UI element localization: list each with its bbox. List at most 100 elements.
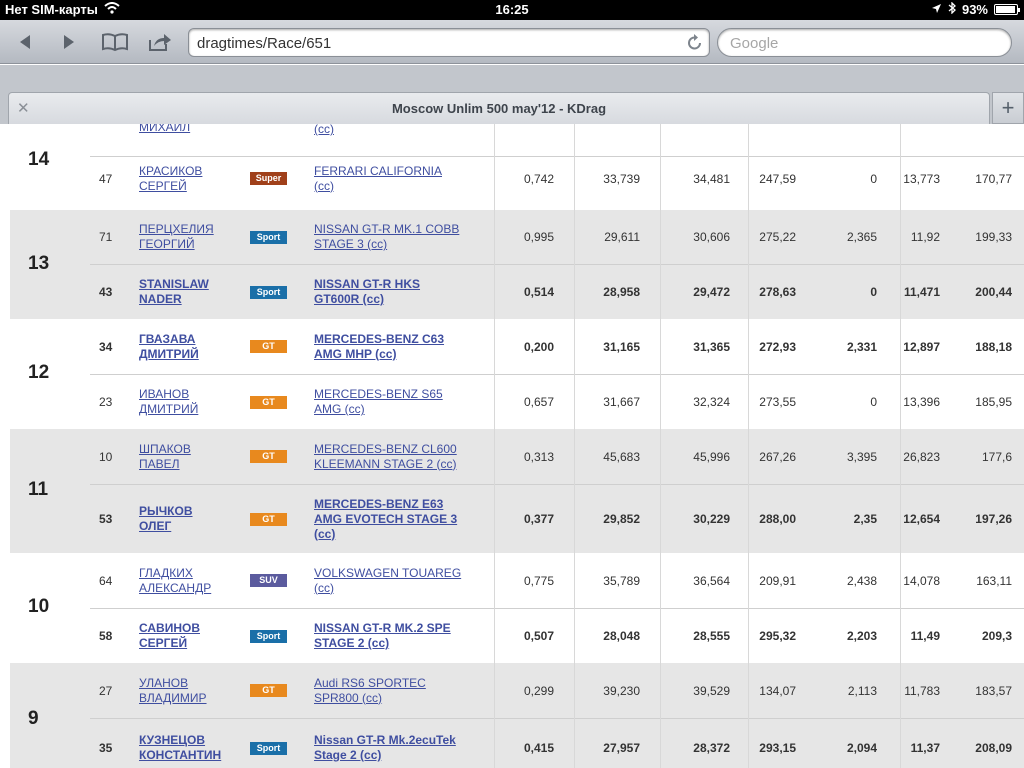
start-number: 43 xyxy=(99,285,113,299)
car-link[interactable]: (cc) xyxy=(314,124,474,156)
driver-name[interactable]: РЫЧКОВ ОЛЕГ xyxy=(139,504,193,534)
gap: 2,35 xyxy=(853,512,877,526)
car-link[interactable]: FERRARI CALIFORNIA (cc) xyxy=(314,157,474,200)
run-time: 28,048 xyxy=(603,629,640,643)
class-badge: Sport xyxy=(250,230,287,244)
arrow-right-icon xyxy=(64,35,74,49)
total-time: 36,564 xyxy=(693,573,730,588)
car-name[interactable]: MERCEDES-BENZ CL600 KLEEMANN STAGE 2 (cc) xyxy=(314,442,457,472)
car-name[interactable]: Nissan GT-R Mk.2ecuTek Stage 2 (cc) xyxy=(314,733,456,763)
driver-name[interactable]: УЛАНОВ ВЛАДИМИР xyxy=(139,676,207,706)
start-number: 58 xyxy=(99,629,113,643)
driver-link[interactable]: КУЗНЕЦОВ КОНСТАНТИН xyxy=(139,719,249,768)
class-cell: Sport xyxy=(250,265,287,319)
driver-name[interactable]: ШПАКОВ ПАВЕЛ xyxy=(139,442,191,472)
total-time: 39,529 xyxy=(693,683,730,698)
driver-name[interactable]: ПЕРЦХЕЛИЯ ГЕОРГИЙ xyxy=(139,222,214,252)
reload-icon[interactable] xyxy=(687,33,703,56)
speed: 134,07 xyxy=(759,683,796,698)
tab-active[interactable]: ✕ Moscow Unlim 500 may'12 - KDrag xyxy=(8,92,990,124)
driver-link[interactable]: ГЛАДКИХ АЛЕКСАНДР xyxy=(139,553,249,608)
elapsed-time: 12,897 xyxy=(903,339,940,354)
bookmarks-button[interactable] xyxy=(98,28,132,56)
driver-name[interactable]: КУЗНЕЦОВ КОНСТАНТИН xyxy=(139,733,221,763)
car-name[interactable]: MERCEDES-BENZ S65 AMG (cc) xyxy=(314,387,443,417)
driver-link[interactable]: РЫЧКОВ ОЛЕГ xyxy=(139,485,249,553)
car-link[interactable]: MERCEDES-BENZ E63 AMG EVOTECH STAGE 3 (cc) xyxy=(314,485,474,553)
driver-link[interactable]: САВИНОВ СЕРГЕЙ xyxy=(139,609,249,663)
car-link[interactable]: VOLKSWAGEN TOUAREG (cc) xyxy=(314,553,474,608)
car-link[interactable]: MERCEDES-BENZ C63 AMG MHP (cc) xyxy=(314,319,474,374)
elapsed-time: 11,49 xyxy=(910,629,940,643)
forward-button[interactable] xyxy=(54,28,84,56)
car-link[interactable]: MERCEDES-BENZ CL600 KLEEMANN STAGE 2 (cc) xyxy=(314,429,474,484)
elapsed-time: 11,37 xyxy=(910,741,940,755)
place-group: 12 34 ГВАЗАВА ДМИТРИЙ GT MERCEDES-BENZ C63 AMG… xyxy=(10,319,1024,429)
driver-name[interactable]: КРАСИКОВ СЕРГЕЙ xyxy=(139,164,202,194)
car-link[interactable]: MERCEDES-BENZ S65 AMG (cc) xyxy=(314,375,474,429)
car-link[interactable]: NISSAN GT-R HKS GT600R (cc) xyxy=(314,265,474,319)
start-number: 53 xyxy=(99,512,113,526)
car-name[interactable]: FERRARI CALIFORNIA (cc) xyxy=(314,164,442,194)
results-table: 14 МИХАИЛ (cc) 47 КРАСИКОВ СЕРГЕЙ Super FERRARI… xyxy=(0,124,1024,768)
car-link[interactable]: Nissan GT-R Mk.2ecuTek Stage 2 (cc) xyxy=(314,719,474,768)
class-cell: GT xyxy=(250,375,287,429)
driver-link[interactable]: МИХАИЛ xyxy=(139,124,249,156)
driver-link[interactable]: ИВАНОВ ДМИТРИЙ xyxy=(139,375,249,429)
driver-name[interactable]: ГЛАДКИХ АЛЕКСАНДР xyxy=(139,566,211,596)
driver-link[interactable]: ШПАКОВ ПАВЕЛ xyxy=(139,429,249,484)
car-name[interactable]: NISSAN GT-R HKS GT600R (cc) xyxy=(314,277,420,307)
car-link[interactable]: NISSAN GT-R MK.1 COBB STAGE 3 (cc) xyxy=(314,210,474,264)
start-number: 27 xyxy=(99,683,113,698)
car-name[interactable]: MERCEDES-BENZ E63 AMG EVOTECH STAGE 3 (cc) xyxy=(314,497,457,542)
gap: 2,331 xyxy=(846,339,877,354)
driver-link[interactable]: ПЕРЦХЕЛИЯ ГЕОРГИЙ xyxy=(139,210,249,264)
class-cell: SUV xyxy=(250,553,287,608)
driver-name[interactable]: ГВАЗАВА ДМИТРИЙ xyxy=(139,332,199,362)
car-link[interactable]: NISSAN GT-R MK.2 SPE STAGE 2 (cc) xyxy=(314,609,474,663)
gap: 2,203 xyxy=(846,629,877,643)
car-name[interactable]: NISSAN GT-R MK.1 COBB STAGE 3 (cc) xyxy=(314,222,459,252)
driver-link[interactable]: STANISLAW NADER xyxy=(139,265,249,319)
speed: 293,15 xyxy=(759,741,796,755)
trap-speed: 209,3 xyxy=(981,629,1012,643)
back-button[interactable] xyxy=(10,28,40,56)
bluetooth-icon xyxy=(948,1,956,17)
driver-name[interactable]: STANISLAW NADER xyxy=(139,277,209,307)
search-placeholder: Google xyxy=(730,35,779,52)
run-time: 39,230 xyxy=(603,683,640,698)
car-link[interactable]: Audi RS6 SPORTEC SPR800 (cc) xyxy=(314,663,474,718)
gap: 2,365 xyxy=(846,230,877,244)
new-tab-button[interactable]: + xyxy=(992,92,1024,124)
driver-name[interactable]: МИХАИЛ xyxy=(139,124,190,135)
speed: 288,00 xyxy=(759,512,796,526)
car-name[interactable]: NISSAN GT-R MK.2 SPE STAGE 2 (cc) xyxy=(314,621,451,651)
car-name[interactable]: MERCEDES-BENZ C63 AMG MHP (cc) xyxy=(314,332,444,362)
class-cell: Sport xyxy=(250,210,287,264)
address-bar[interactable]: dragtimes/Race/651 xyxy=(188,28,710,57)
run-time: 29,852 xyxy=(603,512,640,526)
place-group: 10 64 ГЛАДКИХ АЛЕКСАНДР SUV VOLKSWAGEN TOUARE… xyxy=(10,553,1024,663)
car-name[interactable]: VOLKSWAGEN TOUAREG (cc) xyxy=(314,566,461,596)
driver-link[interactable]: КРАСИКОВ СЕРГЕЙ xyxy=(139,157,249,200)
place-number: 10 xyxy=(28,596,50,617)
run-time: 29,611 xyxy=(604,230,640,244)
elapsed-time: 26,823 xyxy=(903,449,940,464)
driver-link[interactable]: УЛАНОВ ВЛАДИМИР xyxy=(139,663,249,718)
start-number: 71 xyxy=(99,230,113,244)
place-group: 9 27 УЛАНОВ ВЛАДИМИР GT Audi RS6 SPORTEC SPR80… xyxy=(10,663,1024,768)
driver-name[interactable]: САВИНОВ СЕРГЕЙ xyxy=(139,621,200,651)
driver-name[interactable]: ИВАНОВ ДМИТРИЙ xyxy=(139,387,198,417)
trap-speed: 188,18 xyxy=(975,339,1012,354)
class-cell: GT xyxy=(250,429,287,484)
car-name[interactable]: (cc) xyxy=(314,124,334,137)
start-number: 34 xyxy=(99,339,113,354)
car-name[interactable]: Audi RS6 SPORTEC SPR800 (cc) xyxy=(314,676,426,706)
driver-link[interactable]: ГВАЗАВА ДМИТРИЙ xyxy=(139,319,249,374)
class-badge: GT xyxy=(250,450,287,463)
share-button[interactable] xyxy=(145,28,175,56)
table-row: 64 ГЛАДКИХ АЛЕКСАНДР SUV VOLKSWAGEN TOUAREG(… xyxy=(90,553,1024,608)
total-time: 31,365 xyxy=(693,339,730,354)
search-field[interactable]: Google xyxy=(717,28,1012,57)
speed: 278,63 xyxy=(759,285,796,299)
